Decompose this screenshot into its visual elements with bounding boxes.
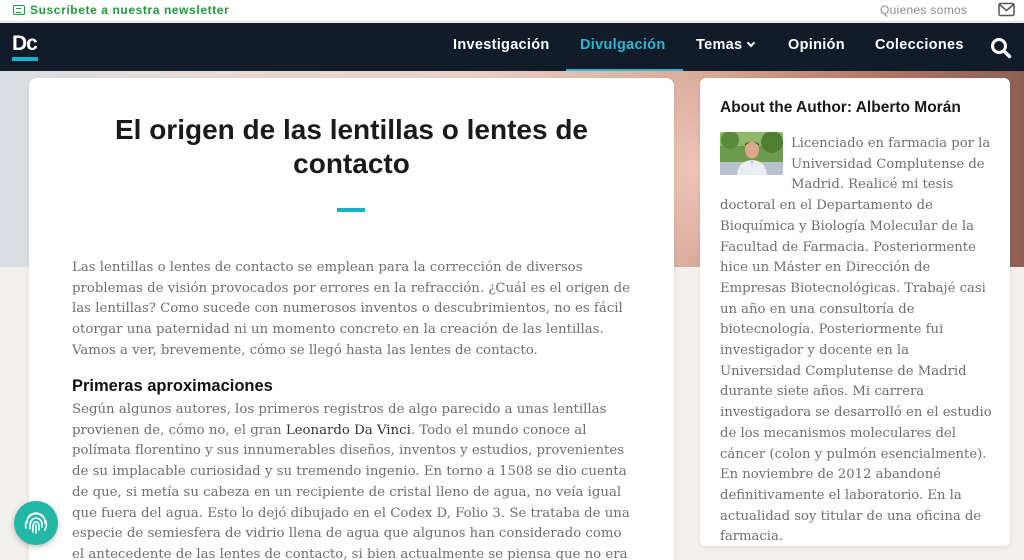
newsletter-label: Suscríbete a nuestra newsletter [30, 3, 230, 17]
mail-icon[interactable] [998, 2, 1015, 21]
top-bar: Suscríbete a nuestra newsletter Quienes … [0, 0, 1024, 22]
chevron-down-icon [747, 38, 756, 48]
nav-item-colecciones[interactable]: Colecciones [875, 37, 964, 53]
newsletter-link[interactable]: Suscríbete a nuestra newsletter [13, 3, 229, 17]
fingerprint-icon [24, 512, 48, 534]
section-heading: Primeras aproximaciones [72, 377, 273, 395]
title-divider [337, 208, 365, 212]
nav-item-opinion[interactable]: Opinión [788, 37, 845, 53]
nav-item-temas-label: Temas [696, 37, 743, 53]
logo-text: Dc [12, 32, 38, 55]
author-heading: About the Author: Alberto Morán [720, 99, 961, 116]
nav-item-temas[interactable]: Temas [696, 37, 756, 53]
nav-item-investigacion[interactable]: Investigación [453, 37, 550, 53]
bio-float-spacer [720, 134, 791, 194]
nav-item-divulgacion[interactable]: Divulgación [580, 37, 665, 53]
body-text-after: . Todo el mundo conoce al polímata flore… [72, 422, 630, 560]
author-card: About the Author: Alberto Morán Licencia… [700, 78, 1010, 546]
article-body: Según algunos autores, los primeros regi… [72, 400, 637, 560]
fingerprint-badge-button[interactable] [14, 501, 58, 545]
author-bio-text: Licenciado en farmacia por la Universida… [720, 136, 992, 545]
article-card: El origen de las lentillas o lentes de c… [29, 78, 674, 560]
logo-accent-bar [12, 57, 38, 61]
search-icon[interactable] [990, 37, 1012, 63]
author-bio: Licenciado en farmacia por la Universida… [720, 134, 992, 548]
site-logo[interactable]: Dc [12, 33, 40, 63]
main-navbar: Dc Investigación Divulgación Temas Opini… [0, 23, 1024, 71]
article-title: El origen de las lentillas o lentes de c… [114, 114, 589, 179]
quienes-somos-link[interactable]: Quienes somos [880, 3, 967, 17]
article-intro: Las lentillas o lentes de contacto se em… [72, 260, 631, 358]
body-highlight-name[interactable]: Leonardo Da Vinci [286, 423, 411, 438]
newsletter-icon [13, 5, 25, 15]
